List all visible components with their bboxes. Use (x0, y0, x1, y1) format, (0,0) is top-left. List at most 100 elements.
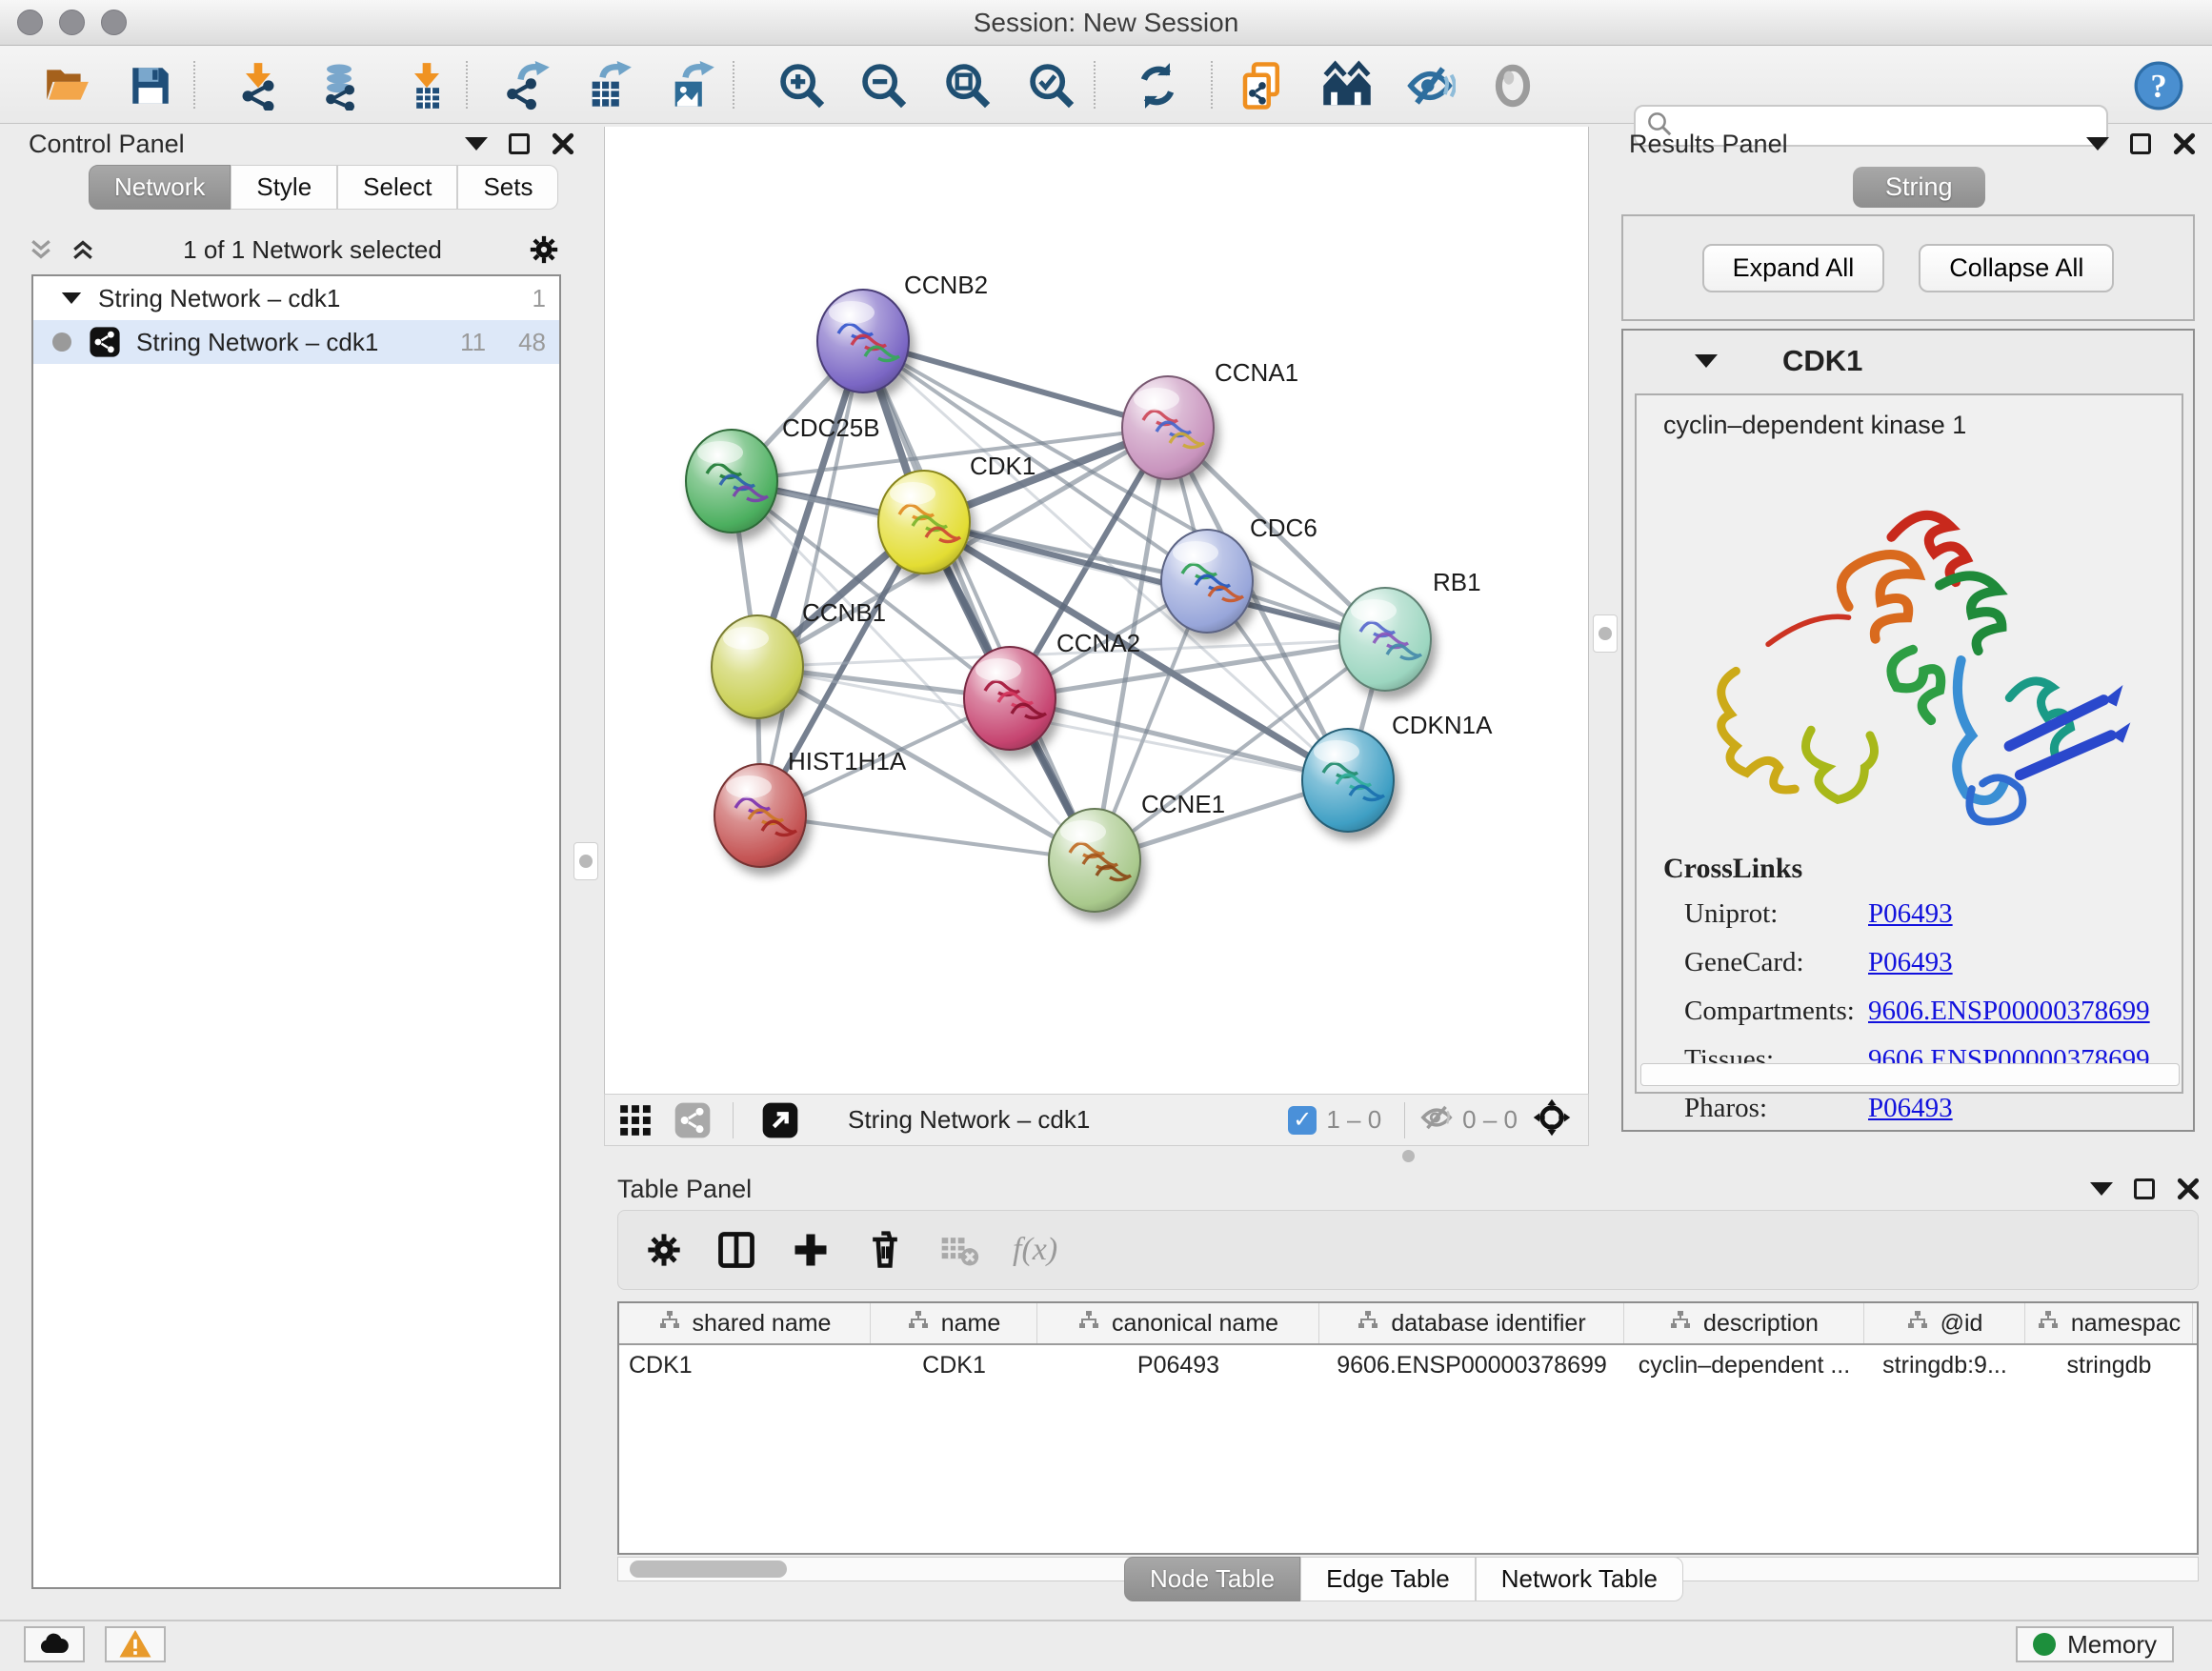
column-header-shared-name[interactable]: shared name (619, 1303, 871, 1343)
birdseye-grid-icon[interactable] (605, 1094, 666, 1147)
tab-network-table[interactable]: Network Table (1476, 1557, 1683, 1601)
network-edge[interactable] (863, 341, 1095, 860)
network-node-rb1[interactable]: RB1 (1339, 568, 1481, 691)
network-row[interactable]: String Network – cdk1 11 48 (33, 320, 559, 364)
crosslink-link[interactable]: P06493 (1868, 1093, 1953, 1124)
import-table-file-icon[interactable] (400, 59, 453, 112)
save-session-icon[interactable] (124, 59, 177, 112)
network-edge[interactable] (760, 815, 1095, 860)
table-gear-icon[interactable] (645, 1231, 683, 1269)
tab-string[interactable]: String (1853, 167, 1985, 208)
network-node-hist1h1a[interactable]: HIST1H1A (714, 747, 907, 867)
select-columns-icon[interactable] (715, 1229, 757, 1271)
gene-collapse-icon[interactable] (1695, 354, 1718, 368)
crosslink-link[interactable]: P06493 (1868, 947, 1953, 978)
table-cell[interactable]: cyclin–dependent ... (1624, 1345, 1864, 1385)
tab-sets[interactable]: Sets (457, 165, 558, 210)
delete-table-icon[interactable] (938, 1229, 980, 1271)
network-node-ccnb2[interactable]: CCNB2 (817, 271, 988, 393)
table-cell[interactable]: CDK1 (871, 1345, 1037, 1385)
column-header-namespac[interactable]: namespac (2025, 1303, 2193, 1343)
detach-view-icon[interactable] (747, 1094, 814, 1147)
table-close-icon[interactable] (2176, 1177, 2201, 1201)
hide-panels-eye-icon[interactable] (1403, 59, 1457, 112)
table-row[interactable]: CDK1CDK1P064939606.ENSP00000378699cyclin… (619, 1345, 2197, 1385)
collapse-all-icon[interactable] (27, 235, 55, 264)
column-header--id[interactable]: @id (1864, 1303, 2025, 1343)
inactive-eye-icon[interactable] (1486, 59, 1539, 112)
crosslink-link[interactable]: P06493 (1868, 898, 1953, 930)
network-view-share-icon[interactable] (666, 1094, 719, 1147)
crosslink-label: Pharos: (1663, 1093, 1868, 1124)
table-cell[interactable]: CDK1 (619, 1345, 871, 1385)
tab-network[interactable]: Network (89, 165, 231, 210)
column-header-database-identifier[interactable]: database identifier (1319, 1303, 1624, 1343)
table-float-icon[interactable] (2134, 1178, 2155, 1199)
cloud-button[interactable] (24, 1626, 85, 1662)
network-edge[interactable] (760, 341, 863, 815)
warning-button[interactable] (105, 1626, 166, 1662)
tab-node-table[interactable]: Node Table (1124, 1557, 1300, 1601)
zoom-selected-icon[interactable] (1025, 59, 1078, 112)
table-cell[interactable]: 9606.ENSP00000378699 (1319, 1345, 1624, 1385)
network-collection-row[interactable]: String Network – cdk1 1 (33, 276, 559, 320)
results-close-icon[interactable] (2172, 131, 2197, 156)
expand-all-icon[interactable] (69, 235, 97, 264)
function-builder-icon[interactable]: f(x) (1013, 1232, 1057, 1268)
network-node-ccna1[interactable]: CCNA1 (1122, 358, 1298, 479)
zoom-out-icon[interactable] (857, 59, 911, 112)
help-icon[interactable]: ? (2132, 59, 2185, 112)
results-float-icon[interactable] (2130, 133, 2151, 154)
export-network-icon[interactable] (500, 59, 553, 112)
node-label: RB1 (1433, 568, 1481, 596)
float-panel-icon[interactable] (509, 133, 530, 154)
network-node-ccnb1[interactable]: CCNB1 (712, 598, 886, 718)
memory-button[interactable]: Memory (2016, 1626, 2174, 1662)
gear-icon[interactable] (528, 233, 560, 266)
selected-checkbox-icon[interactable]: ✓ (1288, 1106, 1317, 1135)
collapse-all-button[interactable]: Collapse All (1919, 244, 2114, 292)
zoom-in-icon[interactable] (775, 59, 829, 112)
table-cell[interactable]: stringdb (2025, 1345, 2193, 1385)
panel-menu-icon[interactable] (465, 137, 488, 151)
results-menu-icon[interactable] (2086, 137, 2109, 151)
table-menu-icon[interactable] (2090, 1182, 2113, 1196)
right-splitter-handle[interactable] (1593, 614, 1618, 653)
add-column-icon[interactable] (790, 1229, 832, 1271)
column-header-name[interactable]: name (871, 1303, 1037, 1343)
export-table-icon[interactable] (582, 59, 635, 112)
network-canvas[interactable]: CCNB2CCNA1CDC25BCDK1CDC6RB1CCNB1CCNA2CDK… (604, 127, 1589, 1094)
import-network-file-icon[interactable] (231, 59, 285, 112)
table-cell[interactable]: stringdb:9... (1864, 1345, 2025, 1385)
fit-content-crosshair-icon[interactable] (1531, 1097, 1573, 1143)
column-header-description[interactable]: description (1624, 1303, 1864, 1343)
update-icon[interactable] (1131, 59, 1184, 112)
tab-select[interactable]: Select (337, 165, 457, 210)
clone-network-icon[interactable] (1236, 59, 1289, 112)
show-all-panels-icon[interactable] (1320, 59, 1374, 112)
export-image-icon[interactable] (665, 59, 718, 112)
crosslink-link[interactable]: 9606.ENSP00000378699 (1868, 996, 2150, 1027)
expand-all-button[interactable]: Expand All (1702, 244, 1885, 292)
left-splitter-handle[interactable] (573, 842, 598, 880)
table-hscroll-thumb[interactable] (630, 1560, 787, 1578)
network-node-cdk1[interactable]: CDK1 (878, 452, 1036, 574)
hidden-eye-icon[interactable] (1418, 1099, 1455, 1140)
network-node-cdkn1a[interactable]: CDKN1A (1302, 711, 1493, 832)
tab-style[interactable]: Style (231, 165, 337, 210)
bottom-splitter-handle[interactable] (1389, 1149, 1427, 1162)
network-edge[interactable] (863, 341, 1168, 428)
zoom-fit-icon[interactable] (941, 59, 995, 112)
open-file-icon[interactable] (40, 59, 93, 112)
tab-edge-table[interactable]: Edge Table (1300, 1557, 1476, 1601)
table-cell[interactable]: P06493 (1037, 1345, 1319, 1385)
delete-column-icon[interactable] (864, 1229, 906, 1271)
close-panel-icon[interactable] (551, 131, 575, 156)
import-network-database-icon[interactable] (312, 59, 366, 112)
collection-expand-icon[interactable] (62, 292, 81, 304)
node-table[interactable]: shared namenamecanonical namedatabase id… (617, 1301, 2199, 1555)
column-header-canonical-name[interactable]: canonical name (1037, 1303, 1319, 1343)
network-node-ccne1[interactable]: CCNE1 (1049, 790, 1225, 912)
gene-header[interactable]: CDK1 (1623, 331, 2193, 392)
results-scrollbar[interactable] (1640, 1063, 2180, 1086)
